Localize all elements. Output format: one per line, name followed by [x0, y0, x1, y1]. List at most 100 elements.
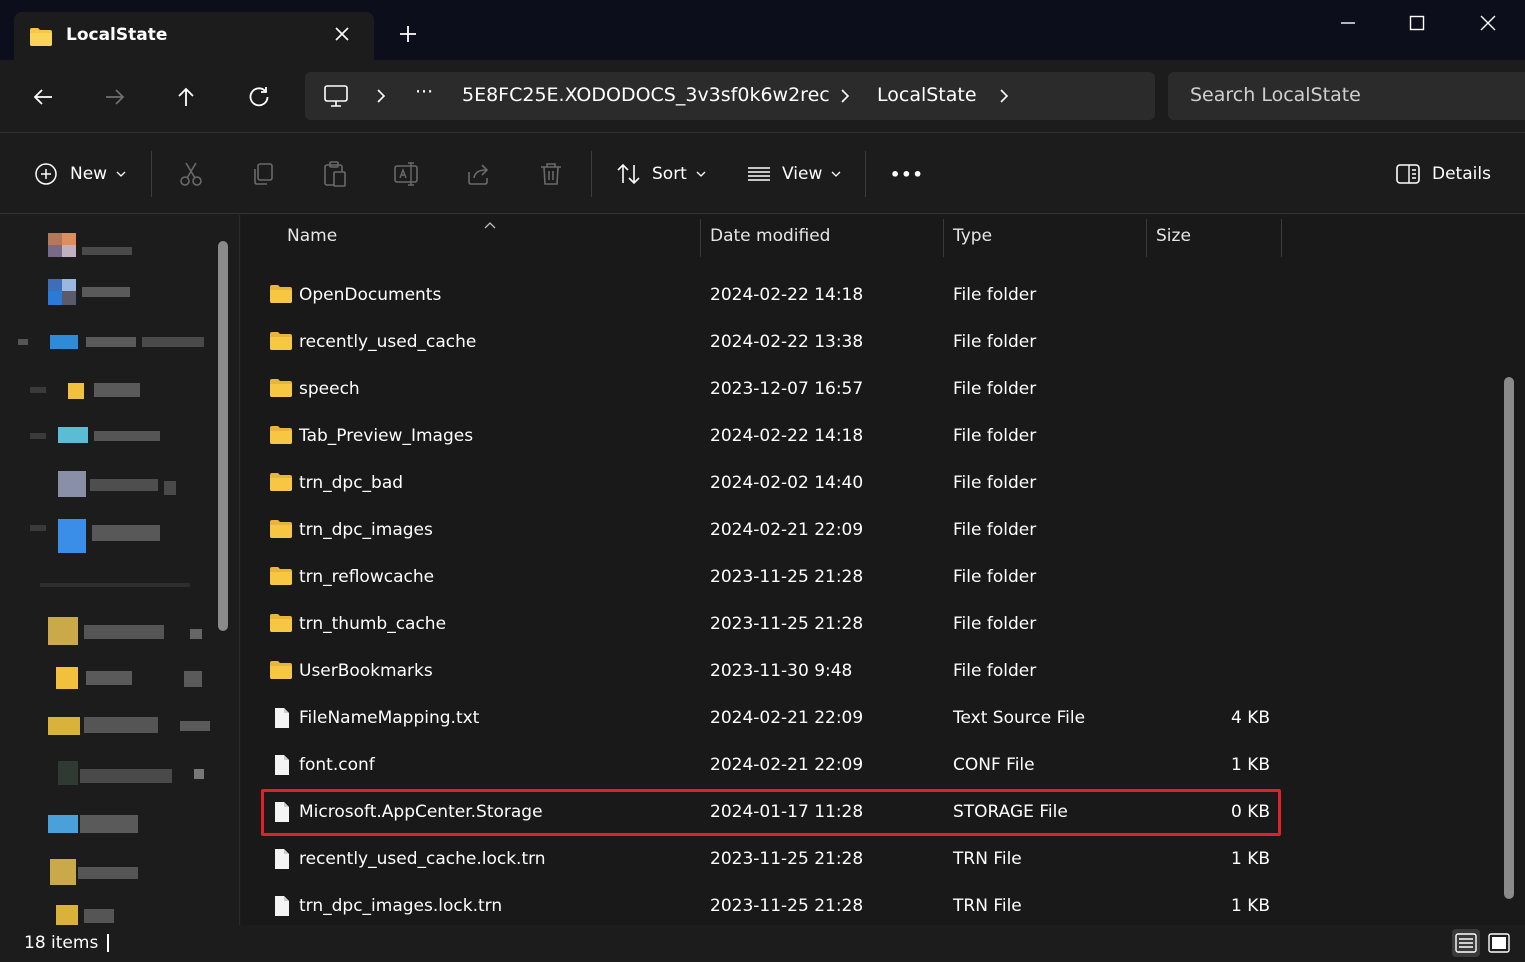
back-arrow-icon[interactable]: [28, 82, 58, 112]
table-row[interactable]: UserBookmarks 2023-11-30 9:48 File folder: [261, 648, 1281, 695]
breadcrumb[interactable]: ··· 5E8FC25E.XODODOCS_3v3sf0k6w2rec Loca…: [305, 72, 1155, 120]
file-name: trn_thumb_cache: [299, 614, 447, 634]
close-window-icon[interactable]: [1468, 8, 1508, 38]
tab-localstate[interactable]: LocalState: [14, 12, 374, 61]
nav-item[interactable]: [58, 761, 208, 791]
table-row[interactable]: recently_used_cache 2024-02-22 13:38 File …: [261, 319, 1281, 366]
table-row[interactable]: trn_dpc_images 2024-02-21 22:09 File folde…: [261, 507, 1281, 554]
file-name: Microsoft.AppCenter.Storage: [299, 802, 543, 822]
close-tab-icon[interactable]: [332, 24, 352, 44]
details-view-icon[interactable]: [1452, 929, 1480, 957]
nav-item[interactable]: [56, 667, 206, 697]
sort-label: Sort: [652, 164, 687, 184]
file-name: trn_dpc_images: [299, 520, 433, 540]
breadcrumb-segment-package[interactable]: 5E8FC25E.XODODOCS_3v3sf0k6w2rec: [462, 84, 830, 106]
breadcrumb-overflow[interactable]: ···: [415, 81, 433, 103]
navigation-pane[interactable]: [0, 215, 240, 925]
details-label: Details: [1432, 164, 1491, 184]
table-row[interactable]: FileNameMapping.txt 2024-02-21 22:09 Text …: [261, 695, 1281, 742]
file-name: trn_dpc_bad: [299, 473, 404, 493]
nav-item[interactable]: [48, 617, 208, 647]
folder-icon: [269, 472, 293, 497]
nav-item[interactable]: [30, 519, 170, 553]
cut-icon[interactable]: [177, 160, 205, 188]
nav-item[interactable]: [30, 427, 170, 457]
search-input[interactable]: Search LocalState: [1168, 72, 1525, 120]
file-icon: [269, 895, 293, 922]
folder-icon: [269, 331, 293, 356]
chevron-right-icon[interactable]: [374, 88, 388, 104]
nav-item[interactable]: [48, 813, 148, 843]
copy-icon[interactable]: [249, 160, 277, 188]
file-date-modified: 2023-12-07 16:57: [710, 379, 864, 399]
table-row[interactable]: trn_dpc_images.lock.trn 2023-11-25 21:28 T…: [261, 883, 1281, 930]
new-tab-icon[interactable]: [396, 22, 420, 46]
file-type: TRN File: [953, 849, 1022, 869]
column-name-label: Name: [287, 226, 338, 246]
maximize-icon[interactable]: [1397, 8, 1437, 38]
column-divider[interactable]: [1281, 219, 1282, 257]
nav-item[interactable]: [50, 859, 150, 889]
tiles-view-icon[interactable]: [1485, 929, 1513, 957]
column-header-type[interactable]: Type: [944, 215, 1146, 257]
new-button[interactable]: New: [34, 158, 127, 190]
file-list-scrollbar[interactable]: [1504, 377, 1514, 899]
file-type: CONF File: [953, 755, 1035, 775]
table-row[interactable]: recently_used_cache.lock.trn 2023-11-25 2…: [261, 836, 1281, 883]
sort-button[interactable]: Sort: [616, 158, 707, 190]
up-arrow-icon[interactable]: [171, 82, 201, 112]
file-type: File folder: [953, 426, 1037, 446]
chevron-right-icon[interactable]: [997, 88, 1011, 104]
share-icon[interactable]: [465, 160, 493, 188]
file-type: STORAGE File: [953, 802, 1068, 822]
view-button[interactable]: View: [746, 158, 842, 190]
column-header-date[interactable]: Date modified: [701, 215, 943, 257]
plus-circle-icon: [35, 163, 57, 185]
file-name: FileNameMapping.txt: [299, 708, 480, 728]
nav-item[interactable]: [30, 381, 150, 411]
column-header-name[interactable]: Name: [261, 215, 701, 257]
folder-icon: [269, 519, 293, 544]
file-date-modified: 2024-01-17 11:28: [710, 802, 864, 822]
details-pane-button[interactable]: Details: [1395, 158, 1491, 190]
table-row[interactable]: Tab_Preview_Images 2024-02-22 14:18 File f…: [261, 413, 1281, 460]
nav-item[interactable]: [58, 471, 188, 501]
refresh-icon[interactable]: [244, 82, 274, 112]
minimize-icon[interactable]: [1328, 8, 1368, 38]
chevron-right-icon[interactable]: [838, 88, 852, 104]
table-row[interactable]: font.conf 2024-02-21 22:09 CONF File 1 KB: [261, 742, 1281, 789]
nav-scrollbar[interactable]: [218, 241, 228, 631]
new-label: New: [70, 164, 108, 184]
nav-item[interactable]: [48, 279, 138, 309]
title-bar: LocalState: [0, 0, 1525, 61]
file-date-modified: 2024-02-21 22:09: [710, 708, 864, 728]
file-date-modified: 2023-11-25 21:28: [710, 614, 864, 634]
file-icon: [269, 754, 293, 781]
table-row[interactable]: OpenDocuments 2024-02-22 14:18 File folder: [261, 272, 1281, 319]
forward-arrow-icon[interactable]: [100, 82, 130, 112]
this-pc-icon[interactable]: [323, 84, 349, 112]
delete-icon[interactable]: [537, 160, 565, 188]
column-type-label: Type: [953, 226, 993, 246]
view-label: View: [782, 164, 823, 184]
table-row[interactable]: speech 2023-12-07 16:57 File folder: [261, 366, 1281, 413]
column-header-size[interactable]: Size: [1147, 215, 1281, 257]
file-type: File folder: [953, 661, 1037, 681]
table-row[interactable]: trn_thumb_cache 2023-11-25 21:28 File fold…: [261, 601, 1281, 648]
nav-item[interactable]: [18, 333, 208, 363]
more-options-button[interactable]: •••: [890, 158, 924, 190]
file-date-modified: 2023-11-25 21:28: [710, 567, 864, 587]
table-row[interactable]: trn_reflowcache 2023-11-25 21:28 File fold…: [261, 554, 1281, 601]
file-name: speech: [299, 379, 360, 399]
rename-icon[interactable]: [393, 160, 421, 188]
paste-icon[interactable]: [321, 160, 349, 188]
item-count: 18 items: [24, 933, 99, 953]
breadcrumb-segment-localstate[interactable]: LocalState: [877, 84, 977, 106]
file-list[interactable]: Name Date modified Type Size OpenDocumen…: [241, 215, 1525, 925]
table-row-highlighted[interactable]: Microsoft.AppCenter.Storage 2024-01-17 11…: [261, 789, 1281, 836]
nav-item[interactable]: [48, 233, 138, 263]
nav-item[interactable]: [48, 713, 212, 743]
file-type: TRN File: [953, 896, 1022, 916]
table-row[interactable]: trn_dpc_bad 2024-02-02 14:40 File folder: [261, 460, 1281, 507]
toolbar-divider: [865, 151, 866, 197]
